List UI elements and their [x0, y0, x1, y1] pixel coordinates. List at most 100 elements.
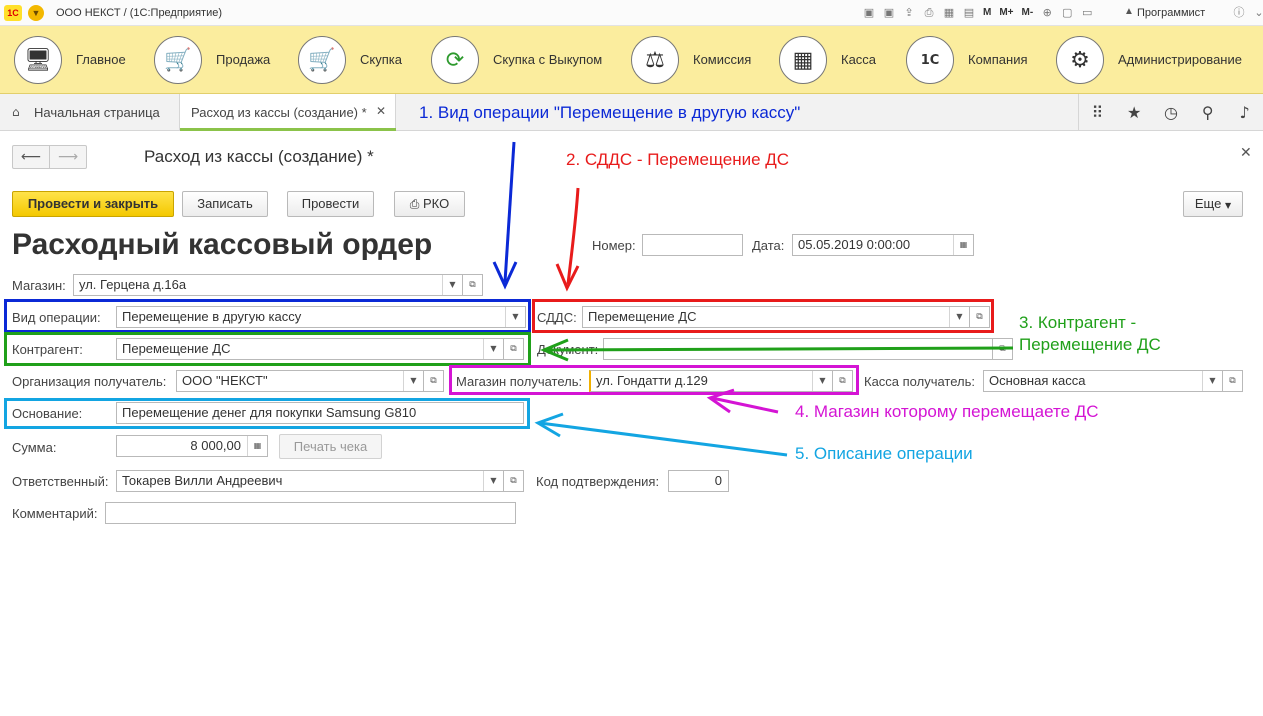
- section-purchase-buyback[interactable]: ⟳ Скупка с Выкупом: [431, 36, 611, 84]
- store-field[interactable]: ул. Герцена д.16а ▼: [73, 274, 463, 296]
- app-logo-icon: 1С: [4, 5, 22, 21]
- user-icon: ▲: [1124, 6, 1134, 17]
- monitor-icon: 🖥: [14, 36, 62, 84]
- panel-icon[interactable]: ▭: [1078, 4, 1096, 22]
- section-company[interactable]: 1C Компания: [906, 36, 1036, 84]
- store-value: ул. Герцена д.16а: [79, 277, 187, 292]
- close-tab-icon[interactable]: ✕: [376, 104, 386, 118]
- section-label: Продажа: [216, 52, 271, 67]
- tab-home-label: Начальная страница: [34, 105, 160, 120]
- calculator-icon[interactable]: ▦: [247, 436, 267, 456]
- rko-print-button[interactable]: ⎙ РКО: [394, 191, 465, 217]
- section-label: Главное: [76, 52, 126, 67]
- user-name[interactable]: Программист: [1137, 7, 1205, 19]
- number-label: Номер:: [592, 238, 636, 253]
- forward-arrow-icon[interactable]: ⟶: [49, 146, 86, 168]
- upload-icon[interactable]: ⇪: [900, 4, 918, 22]
- sections-panel: 🖥 Главное 🛒 Продажа 🛒 Скупка ⟳ Скупка с …: [0, 26, 1263, 94]
- arrow-5: [534, 412, 788, 457]
- highlight-store-recipient: [449, 365, 859, 395]
- cash-recipient-value: Основная касса: [989, 373, 1086, 388]
- save-icon[interactable]: ▣: [860, 4, 878, 22]
- save-button[interactable]: Записать: [182, 191, 268, 217]
- search-icon[interactable]: ⚲: [1189, 94, 1226, 131]
- back-arrow-icon[interactable]: ⟵: [13, 146, 49, 168]
- org-recipient-label: Организация получатель:: [12, 374, 167, 389]
- org-recipient-value: ООО "НЕКСТ": [182, 373, 268, 388]
- tab-current-document[interactable]: Расход из кассы (создание) * ✕: [180, 94, 396, 131]
- dropdown-icon[interactable]: ▼: [442, 275, 462, 295]
- section-label: Администрирование: [1118, 52, 1242, 67]
- annotation-2: 2. СДДС - Перемещение ДС: [566, 150, 790, 169]
- open-org-icon[interactable]: ⧉: [424, 370, 444, 392]
- highlight-operation-type: [4, 299, 531, 333]
- all-functions-icon[interactable]: ⠿: [1079, 94, 1116, 131]
- responsible-value: Токарев Вилли Андреевич: [122, 473, 283, 488]
- cash-recipient-field[interactable]: Основная касса ▼: [983, 370, 1223, 392]
- home-icon: ⌂: [12, 105, 20, 119]
- more-label: Еще: [1194, 196, 1222, 211]
- history-icon[interactable]: ◷: [1153, 94, 1190, 131]
- comment-field[interactable]: [105, 502, 516, 524]
- org-recipient-field[interactable]: ООО "НЕКСТ" ▼: [176, 370, 424, 392]
- main-menu-icon[interactable]: ▼: [28, 5, 44, 21]
- favorites-star-icon[interactable]: ★: [1116, 94, 1153, 131]
- post-and-close-button[interactable]: Провести и закрыть: [12, 191, 174, 217]
- document-label: Документ:: [537, 342, 599, 357]
- arrow-1: [492, 141, 518, 290]
- calendar-icon[interactable]: ▤: [960, 4, 978, 22]
- save-copy-icon[interactable]: ▣: [880, 4, 898, 22]
- section-sales[interactable]: 🛒 Продажа: [154, 36, 274, 84]
- window-controls: ⓘ ⌄: [1230, 4, 1263, 22]
- number-field[interactable]: [642, 234, 743, 256]
- print-check-button[interactable]: Печать чека: [279, 434, 382, 459]
- info-circle-icon[interactable]: ⓘ: [1230, 4, 1248, 22]
- company-icon: 1C: [906, 36, 954, 84]
- scales-icon: ⚖: [631, 36, 679, 84]
- calculator-icon[interactable]: ▦: [940, 4, 958, 22]
- confirm-code-field[interactable]: 0: [668, 470, 729, 492]
- section-main[interactable]: 🖥 Главное: [14, 36, 134, 84]
- chevron-down-icon[interactable]: ⌄: [1250, 4, 1263, 22]
- document-heading: Расходный кассовый ордер: [12, 228, 433, 261]
- section-purchase[interactable]: 🛒 Скупка: [298, 36, 408, 84]
- memory-m-button[interactable]: M: [980, 4, 994, 22]
- date-label: Дата:: [752, 238, 785, 253]
- post-button[interactable]: Провести: [287, 191, 374, 217]
- responsible-field[interactable]: Токарев Вилли Андреевич ▼: [116, 470, 504, 492]
- memory-minus-button[interactable]: M-: [1019, 4, 1037, 22]
- section-commission[interactable]: ⚖ Комиссия: [631, 36, 761, 84]
- titlebar-tools: ▣ ▣ ⇪ ⎙ ▦ ▤ M M+ M- ⊕ ▢ ▭: [860, 4, 1096, 22]
- tab-home[interactable]: ⌂ Начальная страница: [0, 94, 180, 131]
- calendar-icon[interactable]: ▦: [953, 235, 973, 255]
- date-field[interactable]: 05.05.2019 0:00:00 ▦: [792, 234, 974, 256]
- open-store-icon[interactable]: ⧉: [463, 274, 483, 296]
- print-icon[interactable]: ⎙: [920, 4, 938, 22]
- cash-register-icon: ▦: [779, 36, 827, 84]
- dropdown-icon[interactable]: ▼: [483, 471, 503, 491]
- section-label: Комиссия: [693, 52, 752, 67]
- store-label: Магазин:: [12, 278, 66, 293]
- dropdown-icon[interactable]: ▼: [403, 371, 423, 391]
- active-tab-underline: [180, 128, 396, 131]
- section-cash[interactable]: ▦ Касса: [779, 36, 889, 84]
- cart-up-icon: 🛒: [154, 36, 202, 84]
- document-field[interactable]: [603, 338, 993, 360]
- close-form-icon[interactable]: ✕: [1240, 145, 1252, 161]
- open-responsible-icon[interactable]: ⧉: [504, 470, 524, 492]
- dropdown-icon[interactable]: ▼: [1202, 371, 1222, 391]
- notifications-bell-icon[interactable]: ♪: [1226, 94, 1263, 131]
- comment-label: Комментарий:: [12, 506, 98, 521]
- more-button[interactable]: Еще ▼: [1183, 191, 1243, 217]
- open-cash-recipient-icon[interactable]: ⧉: [1223, 370, 1243, 392]
- memory-plus-button[interactable]: M+: [996, 4, 1016, 22]
- sum-field[interactable]: 8 000,00 ▦: [116, 435, 268, 457]
- section-admin[interactable]: ⚙ Администрирование: [1056, 36, 1256, 84]
- info-icon[interactable]: ▢: [1058, 4, 1076, 22]
- zoom-icon[interactable]: ⊕: [1038, 4, 1056, 22]
- tab-current-label: Расход из кассы (создание) *: [191, 105, 367, 120]
- sum-label: Сумма:: [12, 440, 57, 455]
- cycle-icon: ⟳: [431, 36, 479, 84]
- section-label: Касса: [841, 52, 877, 67]
- open-document-icon[interactable]: ⧉: [993, 338, 1013, 360]
